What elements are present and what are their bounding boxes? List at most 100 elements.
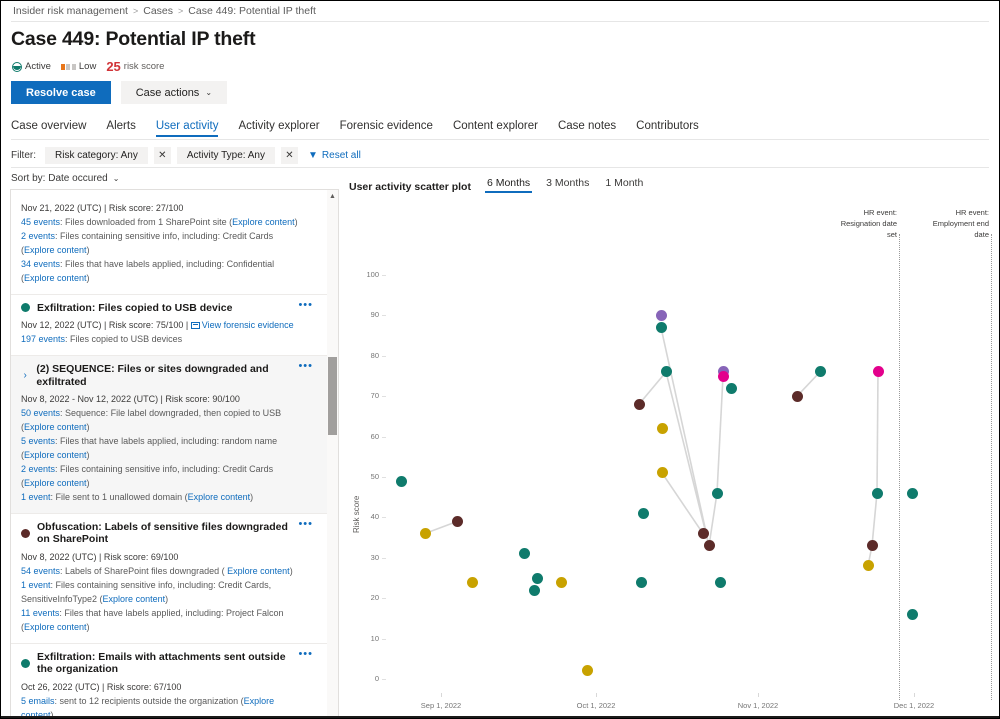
activity-more-options-icon[interactable]: •••	[298, 521, 313, 528]
explore-content-link[interactable]: Explore content	[24, 478, 87, 488]
activity-detail-tail: )	[250, 492, 253, 502]
explore-content-link[interactable]: Explore content	[24, 245, 87, 255]
scatter-point[interactable]	[452, 516, 463, 527]
scatter-point[interactable]	[556, 577, 567, 588]
tab-case-notes[interactable]: Case notes	[558, 120, 616, 137]
explore-content-link[interactable]: Explore content	[24, 622, 87, 632]
activity-card[interactable]: Nov 21, 2022 (UTC) | Risk score: 27/1004…	[11, 190, 329, 295]
scatter-point[interactable]	[907, 488, 918, 499]
scatter-point[interactable]	[638, 508, 649, 519]
activity-card[interactable]: Obfuscation: Labels of sensitive files d…	[11, 514, 329, 644]
tab-case-overview[interactable]: Case overview	[11, 120, 86, 137]
scatter-point[interactable]	[792, 391, 803, 402]
chevron-right-icon[interactable]: ›	[21, 370, 29, 381]
tab-contributors[interactable]: Contributors	[636, 120, 699, 137]
scroll-up-icon[interactable]: ▲	[328, 192, 337, 201]
forensic-evidence-icon	[191, 322, 200, 329]
scatter-point[interactable]	[529, 585, 540, 596]
range-tab-3-months[interactable]: 3 Months	[546, 177, 589, 193]
range-tab-6-months[interactable]: 6 Months	[487, 177, 530, 193]
view-forensic-evidence-link[interactable]: View forensic evidence	[191, 320, 294, 330]
activity-detail-text: : File sent to 1 unallowed domain (	[51, 492, 188, 502]
explore-content-link[interactable]: Explore content	[103, 594, 166, 604]
activity-card-header: Obfuscation: Labels of sensitive files d…	[21, 521, 303, 546]
activity-card[interactable]: Exfiltration: Files copied to USB device…	[11, 295, 329, 356]
scatter-point[interactable]	[726, 383, 737, 394]
activity-title: Exfiltration: Emails with attachments se…	[37, 651, 303, 676]
scatter-point[interactable]	[467, 577, 478, 588]
explore-content-link[interactable]: Explore content	[24, 422, 87, 432]
activity-card-header: Exfiltration: Files copied to USB device	[21, 302, 303, 315]
breadcrumb-item-current[interactable]: Case 449: Potential IP theft	[188, 5, 316, 17]
activity-card[interactable]: Exfiltration: Emails with attachments se…	[11, 644, 329, 719]
tab-content-explorer[interactable]: Content explorer	[453, 120, 538, 137]
scatter-point[interactable]	[718, 371, 729, 382]
scatter-point[interactable]	[636, 577, 647, 588]
scatter-point[interactable]	[656, 322, 667, 333]
clear-activity-type-icon[interactable]: ✕	[281, 147, 298, 164]
reset-all-button[interactable]: ▼ Reset all	[308, 150, 361, 161]
activity-detail-line: 2 events: Files containing sensitive inf…	[21, 230, 303, 258]
scatter-point[interactable]	[657, 467, 668, 478]
risk-score-label: risk score	[124, 61, 165, 72]
breadcrumb-separator: >	[133, 6, 138, 16]
severity-badge: Low	[61, 61, 96, 72]
resolve-case-button[interactable]: Resolve case	[11, 81, 111, 104]
sort-by-dropdown[interactable]: Sort by: Date occured ⌄	[11, 173, 119, 184]
scatter-point[interactable]	[519, 548, 530, 559]
range-tab-1-month[interactable]: 1 Month	[605, 177, 643, 193]
clear-risk-category-icon[interactable]: ✕	[154, 147, 171, 164]
scatter-point[interactable]	[873, 366, 884, 377]
activity-card[interactable]: ›(2) SEQUENCE: Files or sites downgraded…	[11, 356, 329, 514]
filter-reset-icon: ▼	[308, 150, 318, 161]
scatter-point[interactable]	[907, 609, 918, 620]
scatter-point[interactable]	[867, 540, 878, 551]
activity-meta: Nov 21, 2022 (UTC) | Risk score: 27/100	[21, 202, 303, 216]
scatter-point[interactable]	[656, 310, 667, 321]
case-action-buttons: Resolve case Case actions ⌄	[11, 81, 227, 104]
breadcrumb-separator: >	[178, 6, 183, 16]
activity-event-count: 50 events	[21, 408, 60, 418]
activity-detail-line: 11 events: Files that have labels applie…	[21, 607, 303, 635]
tab-alerts[interactable]: Alerts	[106, 120, 135, 137]
explore-content-link[interactable]: Explore content	[24, 450, 87, 460]
explore-content-link[interactable]: Explore content	[188, 492, 251, 502]
scatter-point[interactable]	[863, 560, 874, 571]
scatter-point[interactable]	[704, 540, 715, 551]
filter-pill-activity-type[interactable]: Activity Type: Any	[177, 147, 275, 164]
explore-content-link[interactable]: Explore content	[24, 273, 87, 283]
tab-forensic-evidence[interactable]: Forensic evidence	[340, 120, 433, 137]
activity-detail-tail: )	[87, 622, 90, 632]
scatter-point[interactable]	[698, 528, 709, 539]
scatter-point[interactable]	[815, 366, 826, 377]
scatter-point[interactable]	[657, 423, 668, 434]
scatter-point[interactable]	[715, 577, 726, 588]
scatter-point[interactable]	[420, 528, 431, 539]
breadcrumb-item-root[interactable]: Insider risk management	[13, 5, 128, 17]
scatter-point[interactable]	[712, 488, 723, 499]
case-actions-button[interactable]: Case actions ⌄	[121, 81, 227, 104]
scatter-point[interactable]	[582, 665, 593, 676]
scatter-point[interactable]	[396, 476, 407, 487]
explore-content-link[interactable]: Explore content	[227, 566, 290, 576]
breadcrumb-item-cases[interactable]: Cases	[143, 5, 173, 17]
activity-more-options-icon[interactable]: •••	[298, 302, 313, 309]
severity-label: Low	[79, 61, 96, 72]
activity-detail-text: : Files downloaded from 1 SharePoint sit…	[60, 217, 232, 227]
chart-header: User activity scatter plot 6 Months 3 Mo…	[349, 173, 993, 193]
filter-pill-risk-category[interactable]: Risk category: Any	[45, 147, 148, 164]
explore-content-link[interactable]: Explore content	[232, 217, 295, 227]
scatter-plot: Risk score 0102030405060708090100Sep 1, …	[349, 195, 993, 719]
activity-category-icon	[21, 303, 30, 312]
activity-list-scrollbar[interactable]: ▲	[327, 190, 338, 719]
activity-more-options-icon[interactable]: •••	[298, 363, 313, 370]
scrollbar-thumb[interactable]	[328, 357, 337, 435]
scatter-point[interactable]	[661, 366, 672, 377]
scatter-point[interactable]	[872, 488, 883, 499]
scatter-point[interactable]	[634, 399, 645, 410]
activity-detail-line: 5 events: Files that have labels applied…	[21, 435, 303, 463]
tab-user-activity[interactable]: User activity	[156, 120, 219, 137]
scatter-point[interactable]	[532, 573, 543, 584]
activity-more-options-icon[interactable]: •••	[298, 651, 313, 658]
tab-activity-explorer[interactable]: Activity explorer	[238, 120, 319, 137]
